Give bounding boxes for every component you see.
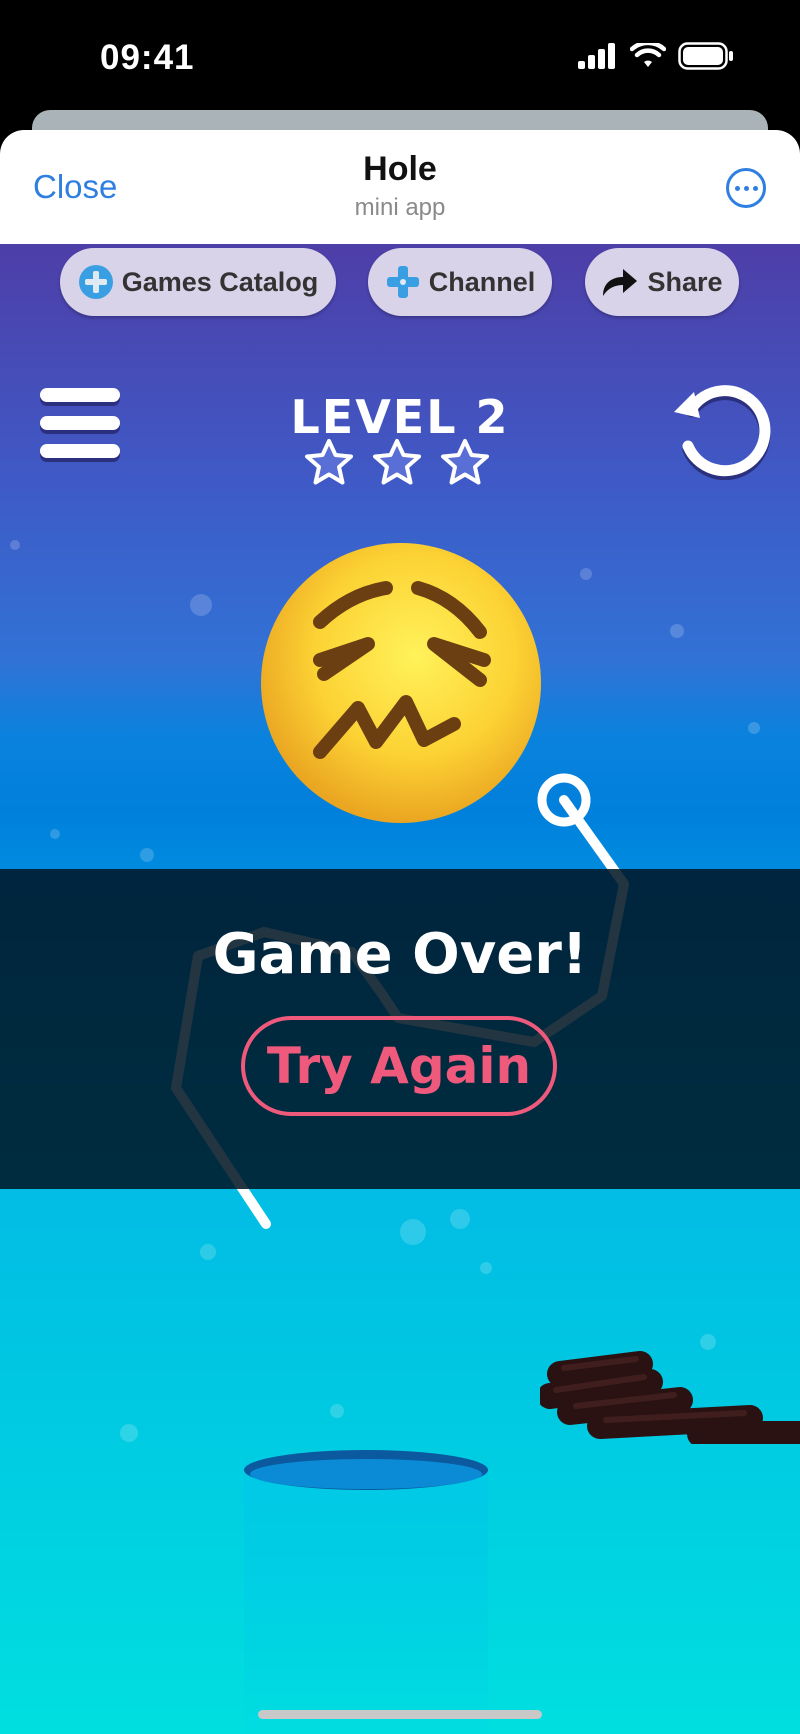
app-title: Hole [363, 150, 437, 188]
bubble-decoration [480, 1262, 492, 1274]
battery-icon [678, 42, 733, 70]
rope-coil [540, 1351, 800, 1444]
dot-icon [734, 185, 740, 191]
target-hole [244, 1450, 488, 1490]
bubble-decoration [330, 1404, 344, 1418]
game-over-text: Game Over! [212, 922, 588, 987]
bubble-decoration [200, 1244, 216, 1260]
status-icons [578, 42, 734, 70]
target-cup [244, 1462, 488, 1734]
try-again-button[interactable]: Try Again [241, 1016, 557, 1116]
more-options-button[interactable] [726, 168, 766, 208]
dot-icon [752, 185, 758, 191]
dot-icon [743, 185, 749, 191]
signal-icon [578, 43, 615, 69]
status-time: 09:41 [100, 38, 195, 77]
game-canvas[interactable]: Games Catalog Channel Share LEVEL 2 Game… [0, 244, 800, 1734]
status-bar: 09:41 [0, 0, 800, 110]
app-subtitle: mini app [354, 194, 446, 221]
home-indicator[interactable] [258, 1710, 542, 1719]
bubble-decoration [120, 1424, 138, 1442]
wifi-icon [630, 43, 666, 67]
